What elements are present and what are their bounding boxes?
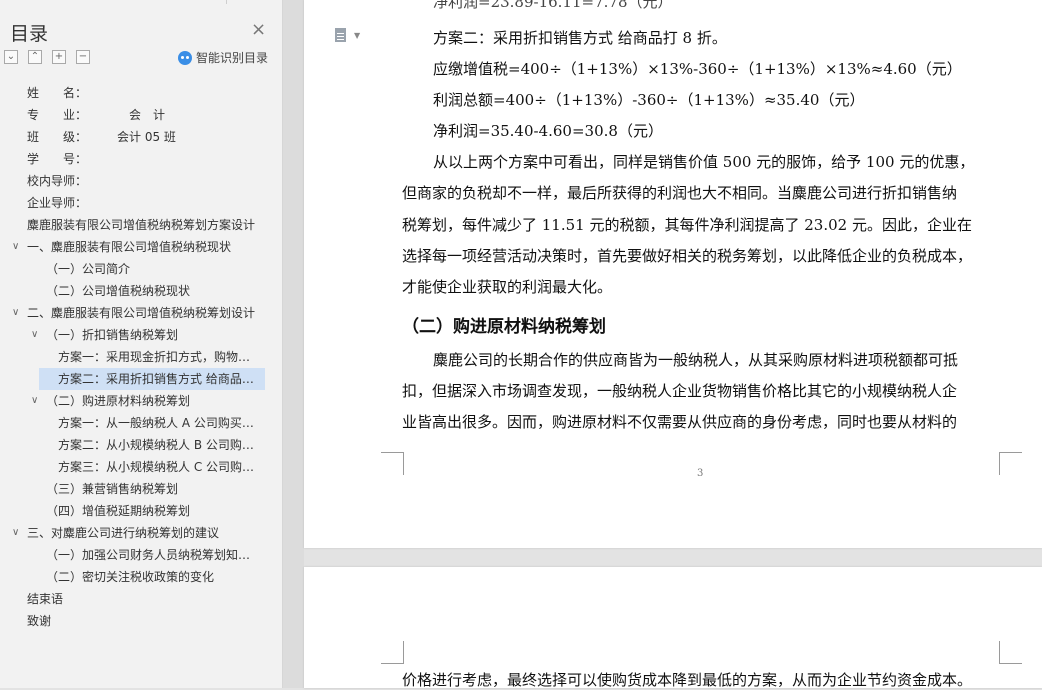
section-heading: （二）购进原材料纳税筹划 bbox=[402, 317, 606, 337]
body-line: 扣，但据深入市场调查发现，一般纳税人企业货物销售价格比其它的小规模纳税人企 bbox=[402, 382, 958, 400]
chevron-down-icon[interactable]: ∨ bbox=[12, 236, 19, 258]
toc-item[interactable]: 学 号： bbox=[27, 148, 267, 170]
body-line: 净利润=35.40-4.60=30.8（元） bbox=[433, 122, 663, 140]
partial-line: 净利润=23.89-16.11=7.78（元） bbox=[433, 0, 673, 11]
toc-sidebar: 目录 × ⌄ ⌃ + − 智能识别目录 姓 名： 专 业： 会 计 班 级： 会… bbox=[0, 0, 297, 688]
smart-toc-button[interactable]: 智能识别目录 bbox=[178, 49, 268, 66]
toc-item[interactable]: （四）增值税延期纳税筹划 bbox=[46, 500, 266, 522]
close-icon[interactable]: × bbox=[251, 20, 266, 40]
toc-item[interactable]: 麋鹿服装有限公司增值税纳税筹划方案设计 bbox=[27, 214, 259, 236]
plus-icon[interactable]: + bbox=[52, 50, 66, 64]
body-line: 麋鹿公司的长期合作的供应商皆为一般纳税人，从其采购原材料进项税额都可抵 bbox=[433, 351, 959, 369]
body-line: 业皆高出很多。因而，购进原材料不仅需要从供应商的身份考虑，同时也要从材料的 bbox=[402, 413, 958, 431]
toc-item[interactable]: 结束语 bbox=[27, 588, 267, 610]
chevron-down-icon[interactable]: ∨ bbox=[31, 390, 38, 412]
toc-item[interactable]: 方案一：从一般纳税人 A 公司购买原材料 bbox=[58, 412, 258, 434]
toc-item[interactable]: （二）购进原材料纳税筹划 bbox=[46, 390, 266, 412]
body-line: 利润总额=400÷（1+13%）-360÷（1+13%）≈35.40（元） bbox=[433, 91, 865, 109]
document-page bbox=[304, 0, 1042, 548]
document-icon[interactable] bbox=[335, 28, 347, 43]
chevron-down-icon[interactable]: ∨ bbox=[31, 324, 38, 346]
top-tab-segment bbox=[0, 0, 227, 4]
body-line: 税筹划，每件减少了 11.51 元的税额，其每件净利润提高了 23.02 元。因… bbox=[402, 216, 972, 234]
toc-item[interactable]: 方案三：从小规模纳税人 C 公司购买原材料 bbox=[58, 456, 258, 478]
sidebar-title: 目录 bbox=[10, 23, 49, 45]
smart-robot-icon bbox=[178, 50, 192, 65]
toc-item[interactable]: 二、麋鹿服装有限公司增值税纳税筹划设计 bbox=[27, 302, 259, 324]
toc-item[interactable]: （一）折扣销售纳税筹划 bbox=[46, 324, 266, 346]
crop-mark bbox=[999, 641, 1022, 664]
sidebar-top-edge bbox=[0, 0, 297, 4]
toc-item[interactable]: 姓 名： bbox=[27, 82, 267, 104]
toc-item[interactable]: （三）兼营销售纳税筹划 bbox=[46, 478, 266, 500]
body-line: 应缴增值税=400÷（1+13%）×13%-360÷（1+13%）×13%≈4.… bbox=[433, 60, 962, 78]
toc-item[interactable]: 致谢 bbox=[27, 610, 267, 632]
body-line: 才能使企业获取的利润最大化。 bbox=[402, 278, 613, 296]
toc-item[interactable]: 校内导师： bbox=[27, 170, 267, 192]
toc-item[interactable]: 企业导师： bbox=[27, 192, 267, 214]
chevron-down-icon[interactable]: ∨ bbox=[12, 302, 19, 324]
minus-icon[interactable]: − bbox=[76, 50, 90, 64]
toc-item[interactable]: （二）密切关注税收政策的变化 bbox=[46, 566, 266, 588]
toc-item[interactable]: （一）加强公司财务人员纳税筹划知识培训 bbox=[46, 544, 252, 566]
toc-item[interactable]: （一）公司简介 bbox=[46, 258, 266, 280]
body-line: 选择每一项经营活动决策时，首先要做好相关的税务筹划，以此降低企业的负税成本， bbox=[402, 247, 973, 265]
body-line: 但商家的负税却不一样，最后所获得的利润也大不相同。当麋鹿公司进行折扣销售纳 bbox=[402, 184, 958, 202]
body-line: 从以上两个方案中可看出，同样是销售价值 500 元的服饰，给予 100 元的优惠… bbox=[433, 153, 975, 171]
crop-mark bbox=[381, 641, 404, 664]
crop-mark bbox=[381, 452, 404, 475]
smart-toc-label: 智能识别目录 bbox=[196, 51, 269, 65]
toc-item[interactable]: 班 级： 会计 05 班 bbox=[27, 126, 267, 148]
page-number: 3 bbox=[697, 468, 704, 479]
body-line: 方案二：采用折扣销售方式 给商品打 8 折。 bbox=[433, 29, 727, 47]
chevron-down-icon[interactable]: ▼ bbox=[354, 31, 360, 40]
crop-mark bbox=[999, 452, 1022, 475]
toc-item[interactable]: 三、对麋鹿公司进行纳税筹划的建议 bbox=[27, 522, 267, 544]
collapse-chevron-icon[interactable]: ⌄ bbox=[4, 50, 18, 64]
sidebar-splitter[interactable] bbox=[283, 0, 304, 688]
toc-item[interactable]: 方案一：采用现金折扣方式，购物满500元 bbox=[58, 346, 258, 368]
expand-chevron-icon[interactable]: ⌃ bbox=[28, 50, 42, 64]
toc-item[interactable]: 专 业： 会 计 bbox=[27, 104, 267, 126]
toc-item[interactable]: 方案二：从小规模纳税人 B 公司购买原材料 bbox=[58, 434, 258, 456]
toc-item[interactable]: （二）公司增值税纳税现状 bbox=[46, 280, 266, 302]
toc-item[interactable]: 一、麋鹿服装有限公司增值税纳税现状 bbox=[27, 236, 267, 258]
chevron-down-icon[interactable]: ∨ bbox=[12, 522, 19, 544]
body-line: 价格进行考虑，最终选择可以使购货成本降到最低的方案，从而为企业节约资金成本。 bbox=[402, 671, 973, 689]
toc-item-selected[interactable]: 方案二：采用折扣销售方式 给商品打8折 bbox=[39, 368, 265, 390]
